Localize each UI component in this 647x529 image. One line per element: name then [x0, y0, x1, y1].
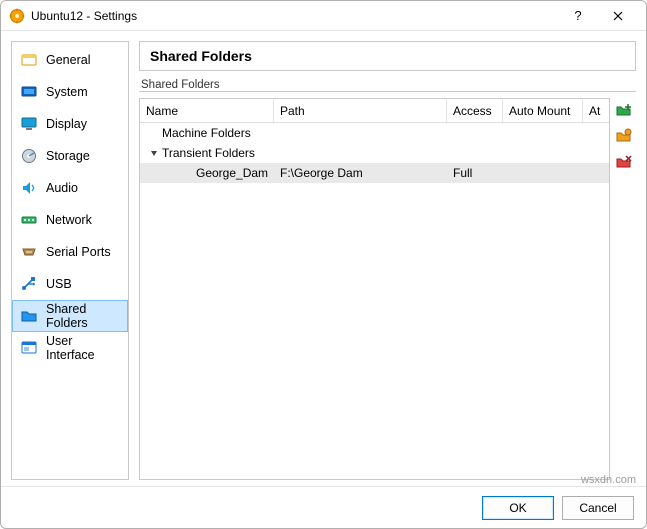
help-button[interactable]: ? [558, 2, 598, 30]
sidebar-item-label: Display [46, 117, 87, 131]
sidebar-item-label: Network [46, 213, 92, 227]
table-header: Name Path Access Auto Mount At [140, 99, 609, 123]
sidebar-item-user-interface[interactable]: User Interface [12, 332, 128, 364]
remove-share-button[interactable] [614, 152, 634, 172]
display-icon [20, 115, 38, 133]
shared-folders-table: Name Path Access Auto Mount At Machine F… [139, 98, 610, 480]
page-title: Shared Folders [150, 48, 625, 64]
cell-automount [503, 163, 583, 183]
folder-icon [20, 307, 38, 325]
storage-icon [20, 147, 38, 165]
cell-name: George_Dam [140, 163, 274, 183]
ui-icon [20, 339, 38, 357]
cancel-button[interactable]: Cancel [562, 496, 634, 520]
group-label: Machine Folders [162, 126, 251, 140]
dialog-footer: OK Cancel [1, 486, 646, 528]
cell-access: Full [447, 163, 503, 183]
sidebar-item-label: Audio [46, 181, 78, 195]
sidebar-item-label: Storage [46, 149, 90, 163]
sidebar-item-shared-folders[interactable]: Shared Folders [12, 300, 128, 332]
add-share-button[interactable] [614, 100, 634, 120]
sidebar-item-serial[interactable]: Serial Ports [12, 236, 128, 268]
col-at[interactable]: At [583, 99, 609, 122]
usb-icon [20, 275, 38, 293]
serial-icon [20, 243, 38, 261]
sidebar-item-label: Serial Ports [46, 245, 111, 259]
titlebar: Ubuntu12 - Settings ? [1, 1, 646, 31]
col-automount[interactable]: Auto Mount [503, 99, 583, 122]
app-icon [9, 8, 25, 24]
sidebar-item-label: User Interface [46, 334, 120, 362]
sidebar: General System Display Storage Audio Net… [11, 41, 129, 480]
general-icon [20, 51, 38, 69]
table-actions [614, 98, 636, 480]
window-title: Ubuntu12 - Settings [31, 9, 137, 23]
sidebar-item-network[interactable]: Network [12, 204, 128, 236]
sidebar-item-usb[interactable]: USB [12, 268, 128, 300]
table-body: Machine Folders Transient Folders George… [140, 123, 609, 479]
sidebar-item-label: System [46, 85, 88, 99]
system-icon [20, 83, 38, 101]
page-title-box: Shared Folders [139, 41, 636, 71]
close-button[interactable] [598, 2, 638, 30]
main-panel: Shared Folders Shared Folders Name Path … [139, 41, 636, 480]
ok-button[interactable]: OK [482, 496, 554, 520]
sidebar-item-label: General [46, 53, 90, 67]
cell-path: F:\George Dam [274, 163, 447, 183]
settings-window: Ubuntu12 - Settings ? General System Dis… [0, 0, 647, 529]
section-label: Shared Folders [139, 77, 636, 92]
sidebar-item-audio[interactable]: Audio [12, 172, 128, 204]
col-access[interactable]: Access [447, 99, 503, 122]
col-path[interactable]: Path [274, 99, 447, 122]
sidebar-item-system[interactable]: System [12, 76, 128, 108]
sidebar-item-general[interactable]: General [12, 44, 128, 76]
sidebar-item-label: Shared Folders [46, 302, 120, 330]
group-label: Transient Folders [162, 146, 255, 160]
edit-share-button[interactable] [614, 126, 634, 146]
table-row[interactable]: George_Dam F:\George Dam Full [140, 163, 609, 183]
group-machine-folders[interactable]: Machine Folders [140, 123, 609, 143]
group-transient-folders[interactable]: Transient Folders [140, 143, 609, 163]
sidebar-item-display[interactable]: Display [12, 108, 128, 140]
audio-icon [20, 179, 38, 197]
cell-at [583, 163, 609, 183]
dialog-body: General System Display Storage Audio Net… [1, 31, 646, 486]
sidebar-item-label: USB [46, 277, 72, 291]
table-area: Name Path Access Auto Mount At Machine F… [139, 98, 636, 480]
col-name[interactable]: Name [140, 99, 274, 122]
network-icon [20, 211, 38, 229]
expander-icon[interactable] [148, 148, 160, 158]
sidebar-item-storage[interactable]: Storage [12, 140, 128, 172]
